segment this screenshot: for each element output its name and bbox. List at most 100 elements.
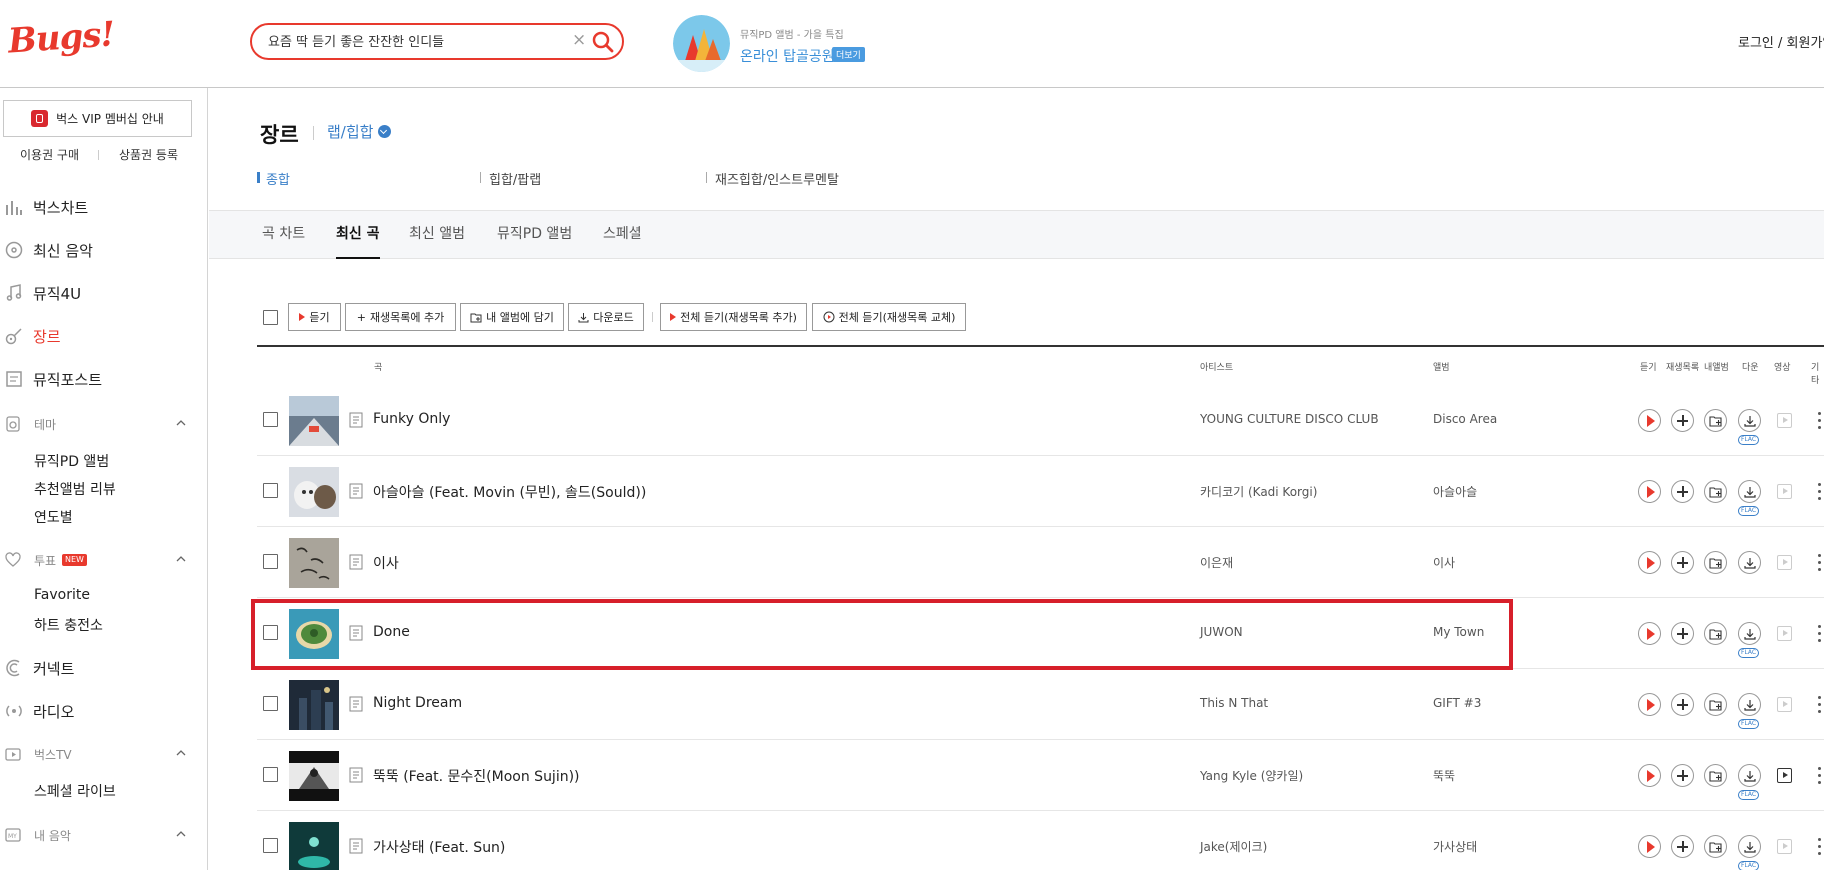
add-to-playlist-icon[interactable] [1671, 764, 1694, 787]
play-button[interactable] [1638, 622, 1661, 645]
search-input[interactable] [268, 33, 558, 48]
more-options-icon[interactable] [1816, 836, 1824, 858]
play-button[interactable] [1638, 551, 1661, 574]
lyrics-icon[interactable] [349, 412, 363, 428]
album-thumbnail[interactable] [289, 467, 339, 517]
section-vote[interactable]: 투표 NEW [0, 550, 192, 570]
track-artist[interactable]: This N That [1200, 696, 1268, 710]
download-icon[interactable] [1738, 764, 1761, 787]
sidebar-item-musicpost[interactable]: 뮤직포스트 [0, 364, 200, 394]
sidebar-item-chart[interactable]: 벅스차트 [0, 192, 200, 222]
track-checkbox[interactable] [263, 625, 278, 640]
download-icon[interactable] [1738, 835, 1761, 858]
more-options-icon[interactable] [1816, 694, 1824, 716]
select-all-checkbox[interactable] [263, 310, 278, 325]
add-to-album-icon[interactable] [1704, 622, 1727, 645]
track-artist[interactable]: Yang Kyle (양카일) [1200, 767, 1303, 784]
chevron-up-icon[interactable] [176, 829, 186, 839]
promo-title[interactable]: 온라인 탑골공원 [740, 46, 835, 66]
sidebar-item-genre[interactable]: 장르 [0, 321, 200, 351]
vip-membership-button[interactable]: 벅스 VIP 멤버십 안내 [3, 100, 192, 137]
lyrics-icon[interactable] [349, 767, 363, 783]
album-thumbnail[interactable] [289, 822, 339, 870]
lyrics-icon[interactable] [349, 625, 363, 641]
track-artist[interactable]: Jake(제이크) [1200, 838, 1267, 855]
track-artist[interactable]: 카디코기 (Kadi Korgi) [1200, 483, 1317, 500]
lyrics-icon[interactable] [349, 696, 363, 712]
subgenre-hiphop-poprap[interactable]: 힙합/팝랩 [480, 169, 541, 188]
add-to-album-icon[interactable] [1704, 693, 1727, 716]
subgenre-jazzhiphop[interactable]: 재즈힙합/인스트루멘탈 [706, 169, 839, 188]
video-icon[interactable] [1777, 697, 1792, 712]
sidebar-subitem[interactable]: 추천앨범 리뷰 [34, 479, 116, 499]
add-to-playlist-button[interactable]: + 재생목록에 추가 [345, 303, 456, 331]
play-selected-button[interactable]: 듣기 [288, 303, 341, 331]
lyrics-icon[interactable] [349, 554, 363, 570]
add-to-playlist-icon[interactable] [1671, 693, 1694, 716]
album-thumbnail[interactable] [289, 609, 339, 659]
download-icon[interactable] [1738, 551, 1761, 574]
video-icon[interactable] [1777, 413, 1792, 428]
download-icon[interactable] [1738, 409, 1761, 432]
play-all-add-button[interactable]: 전체 듣기(재생목록 추가) [660, 303, 807, 331]
more-options-icon[interactable] [1816, 623, 1824, 645]
play-button[interactable] [1638, 764, 1661, 787]
download-icon[interactable] [1738, 622, 1761, 645]
section-my-music[interactable]: MY 내 음악 [0, 825, 192, 845]
sidebar-subitem[interactable]: 연도별 [34, 507, 73, 527]
track-title[interactable]: Done [373, 624, 410, 640]
lyrics-icon[interactable] [349, 483, 363, 499]
track-album[interactable]: GIFT #3 [1433, 696, 1481, 710]
album-thumbnail[interactable] [289, 751, 339, 801]
tab-musicpd-albums[interactable]: 뮤직PD 앨범 [497, 211, 572, 259]
tab-special[interactable]: 스페셜 [603, 211, 642, 259]
track-checkbox[interactable] [263, 412, 278, 427]
add-to-album-icon[interactable] [1704, 835, 1727, 858]
section-bugstv[interactable]: 벅스TV [0, 744, 192, 764]
tab-latest-songs[interactable]: 최신 곡 [336, 211, 380, 259]
track-checkbox[interactable] [263, 483, 278, 498]
play-button[interactable] [1638, 693, 1661, 716]
track-album[interactable]: Disco Area [1433, 412, 1497, 426]
sidebar-subitem[interactable]: Favorite [34, 587, 90, 603]
add-to-playlist-icon[interactable] [1671, 835, 1694, 858]
download-icon[interactable] [1738, 693, 1761, 716]
sidebar-subitem[interactable]: 뮤직PD 앨범 [34, 451, 109, 471]
genre-dropdown[interactable]: 랩/힙합 [327, 121, 392, 142]
download-button[interactable]: 다운로드 [568, 303, 644, 331]
track-artist[interactable]: JUWON [1200, 625, 1243, 639]
search-icon[interactable] [590, 29, 616, 55]
track-title[interactable]: Funky Only [373, 411, 450, 427]
track-album[interactable]: 아슬아슬 [1433, 483, 1477, 500]
bugs-logo[interactable]: Bugs! [7, 14, 116, 61]
register-product-link[interactable]: 상품권 등록 [119, 146, 178, 163]
track-artist[interactable]: YOUNG CULTURE DISCO CLUB [1200, 412, 1379, 426]
album-thumbnail[interactable] [289, 680, 339, 730]
track-album[interactable]: 이사 [1433, 554, 1455, 571]
track-album[interactable]: 가사상태 [1433, 838, 1477, 855]
sidebar-item-connect[interactable]: 커넥트 [0, 653, 200, 683]
track-artist[interactable]: 이은재 [1200, 554, 1233, 571]
more-options-icon[interactable] [1816, 481, 1824, 503]
signup-link[interactable]: 회원가입 [1787, 36, 1824, 51]
play-all-replace-button[interactable]: 전체 듣기(재생목록 교체) [812, 303, 966, 331]
add-to-my-album-button[interactable]: 내 앨범에 담기 [460, 303, 564, 331]
album-thumbnail[interactable] [289, 396, 339, 446]
more-options-icon[interactable] [1816, 410, 1824, 432]
login-link[interactable]: 로그인 [1738, 36, 1774, 51]
sidebar-item-radio[interactable]: 라디오 [0, 696, 200, 726]
sidebar-item-music4u[interactable]: 뮤직4U [0, 278, 200, 308]
section-theme[interactable]: 테마 [0, 414, 192, 434]
sidebar-item-latest-music[interactable]: 최신 음악 [0, 235, 200, 265]
promo-thumbnail[interactable] [673, 15, 730, 72]
video-icon[interactable] [1777, 768, 1792, 783]
play-button[interactable] [1638, 480, 1661, 503]
add-to-playlist-icon[interactable] [1671, 409, 1694, 432]
track-title[interactable]: Night Dream [373, 695, 462, 711]
track-checkbox[interactable] [263, 767, 278, 782]
track-checkbox[interactable] [263, 838, 278, 853]
download-icon[interactable] [1738, 480, 1761, 503]
more-options-icon[interactable] [1816, 765, 1824, 787]
video-icon[interactable] [1777, 626, 1792, 641]
add-to-album-icon[interactable] [1704, 764, 1727, 787]
